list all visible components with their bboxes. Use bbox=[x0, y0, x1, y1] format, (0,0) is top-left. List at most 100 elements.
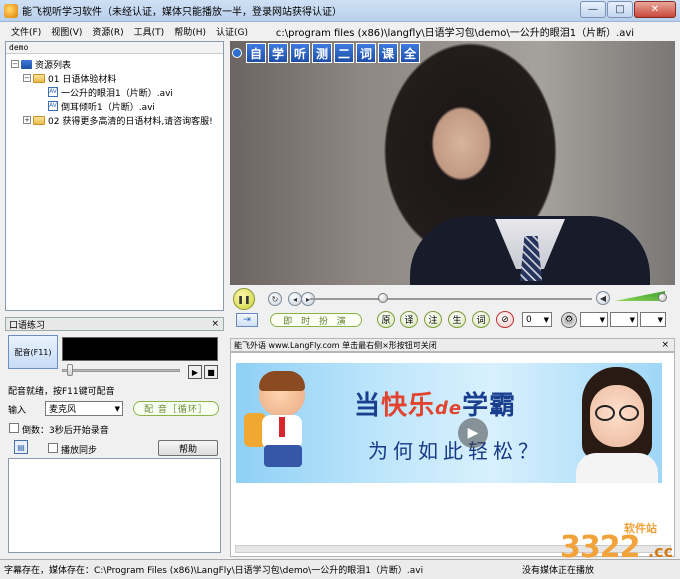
note-button[interactable]: 注 bbox=[424, 311, 442, 328]
tree-item-video-2[interactable]: AV 倒耳倾听1（片断）.avi bbox=[48, 99, 155, 113]
practice-close-icon[interactable]: × bbox=[211, 319, 219, 329]
tree-root-label: 资源列表 bbox=[35, 60, 72, 71]
banner-tile: 二 bbox=[334, 43, 354, 63]
loop-icon[interactable]: ↻ bbox=[268, 292, 282, 306]
banner-tile: 自 bbox=[246, 43, 266, 63]
dub-status: 配音就绪，按F11键可配音 bbox=[8, 387, 115, 397]
boy-tie-shape bbox=[279, 417, 285, 437]
option-select-2[interactable]: ▼ bbox=[610, 312, 638, 327]
progress-knob[interactable] bbox=[378, 293, 389, 303]
waveform-display bbox=[62, 337, 218, 361]
watermark-suffix: .cc bbox=[648, 542, 674, 561]
block-icon[interactable]: ⊘ bbox=[496, 311, 514, 328]
prev-icon[interactable]: ◂ bbox=[288, 292, 302, 306]
menu-view[interactable]: 视图(V) bbox=[46, 25, 87, 38]
tree-item-video-2-label: 倒耳倾听1（片断）.avi bbox=[61, 102, 155, 113]
girl-photo-image bbox=[576, 367, 658, 483]
window-controls: — □ ✕ bbox=[580, 1, 676, 18]
pause-button[interactable]: ❚❚ bbox=[233, 288, 255, 310]
dub-button[interactable]: 配音(F11) bbox=[8, 335, 58, 369]
play-icon[interactable]: ▶ bbox=[188, 365, 202, 379]
info-icon[interactable] bbox=[232, 48, 242, 58]
tree-folder-01[interactable]: − 01 日语体验材料 bbox=[23, 71, 116, 85]
sync-play-checkbox[interactable] bbox=[48, 443, 58, 453]
video-frame[interactable]: 自 学 听 测 二 词 课 全 bbox=[230, 41, 675, 285]
chevron-down-icon: ▼ bbox=[599, 316, 605, 324]
folder-icon bbox=[33, 73, 45, 83]
countdown-checkbox[interactable] bbox=[9, 423, 19, 433]
banner-tile: 测 bbox=[312, 43, 332, 63]
record-slider-track[interactable] bbox=[62, 369, 180, 372]
folder-icon bbox=[33, 115, 45, 125]
tree-folder-02[interactable]: + 02 获得更多高清的日语材料,请咨询客服! bbox=[23, 113, 213, 127]
input-device-value: 麦克风 bbox=[49, 405, 77, 415]
ad-banner[interactable]: 当快乐de学霸 为何如此轻松？ ▶ bbox=[236, 363, 662, 483]
tree-folder-01-label: 01 日语体验材料 bbox=[48, 74, 117, 85]
volume-knob[interactable] bbox=[658, 293, 667, 302]
document-icon[interactable]: ▤ bbox=[14, 440, 28, 454]
tree-header: demo bbox=[6, 42, 223, 54]
menu-tools[interactable]: 工具(T) bbox=[129, 25, 170, 38]
word-button[interactable]: 词 bbox=[472, 311, 490, 328]
menu-bar: 文件(F) 视图(V) 资源(R) 工具(T) 帮助(H) 认证(G) bbox=[0, 22, 248, 40]
speed-select[interactable]: 0 ▼ bbox=[522, 312, 552, 327]
boy-shorts-shape bbox=[264, 445, 302, 467]
fullscreen-icon[interactable]: ⇥ bbox=[236, 313, 258, 327]
watermark-main: 3322 bbox=[560, 530, 640, 565]
help-button[interactable]: 帮助 bbox=[158, 440, 218, 456]
option-select-1[interactable]: ▼ bbox=[580, 312, 608, 327]
translate-button[interactable]: 译 bbox=[400, 311, 418, 328]
title-bar: 能飞视听学习软件（未经认证，媒体只能播放一半，登录网站获得认证） — □ ✕ bbox=[0, 0, 680, 22]
video-file-icon: AV bbox=[48, 87, 58, 97]
practice-title: 口语练习 bbox=[9, 320, 46, 331]
tree-folder-02-label: 02 获得更多高清的日语材料,请咨询客服! bbox=[48, 116, 213, 127]
list-icon bbox=[21, 59, 32, 69]
ad-panel-header: 能飞外语 www.LangFly.com 单击最右侧×形按钮可关闭 × bbox=[230, 338, 675, 352]
ad-title-de: de bbox=[435, 398, 463, 419]
banner-tile: 学 bbox=[268, 43, 288, 63]
chevron-down-icon: ▼ bbox=[543, 316, 549, 324]
menu-help[interactable]: 帮助(H) bbox=[169, 25, 211, 38]
maximize-button[interactable]: □ bbox=[607, 1, 633, 18]
menu-resource[interactable]: 资源(R) bbox=[87, 25, 128, 38]
tree-root[interactable]: − 资源列表 bbox=[11, 57, 71, 71]
gear-icon[interactable]: ⚙ bbox=[561, 312, 577, 328]
tree-item-video-1[interactable]: AV 一公升的眼泪1（片断）.avi bbox=[48, 85, 173, 99]
ad-close-icon[interactable]: × bbox=[661, 340, 669, 350]
mode-label: 即 时 扮 演 bbox=[283, 316, 349, 327]
play-icon[interactable]: ▶ bbox=[458, 418, 488, 448]
tree-item-video-1-label: 一公升的眼泪1（片断）.avi bbox=[61, 88, 173, 99]
collapse-toggle-icon[interactable]: − bbox=[23, 74, 31, 82]
expand-toggle-icon[interactable]: + bbox=[23, 116, 31, 124]
practice-text-area[interactable] bbox=[8, 458, 221, 553]
input-device-select[interactable]: 麦克风 ▼ bbox=[45, 401, 123, 416]
banner-tile: 词 bbox=[356, 43, 376, 63]
progress-track[interactable] bbox=[310, 298, 592, 300]
glasses-lens-shape bbox=[619, 405, 639, 421]
ad-title: 当快乐de学霸 bbox=[354, 385, 516, 422]
ad-subtitle: 为何如此轻松？ bbox=[368, 439, 543, 463]
vocab-button[interactable]: 生 bbox=[448, 311, 466, 328]
player-controls: ❚❚ ↻ ◂ ▸ ◀ ⇥ 即 时 扮 演 原 译 注 生 词 ⊘ 0 ▼ ⚙ ▼… bbox=[230, 286, 678, 336]
record-slider-knob[interactable] bbox=[67, 364, 73, 376]
window-title: 能飞视听学习软件（未经认证，媒体只能播放一半，登录网站获得认证） bbox=[22, 7, 342, 18]
mode-select[interactable]: 即 时 扮 演 bbox=[270, 313, 362, 327]
site-watermark-logo: 软件站 3322 .cc bbox=[560, 520, 680, 568]
cartoon-boy-image bbox=[244, 371, 324, 481]
input-label: 输入 bbox=[8, 406, 27, 416]
countdown-label: 倒数：3秒后开始录音 bbox=[22, 426, 109, 436]
stop-icon[interactable]: ■ bbox=[204, 365, 218, 379]
original-button[interactable]: 原 bbox=[377, 311, 395, 328]
video-file-icon: AV bbox=[48, 101, 58, 111]
close-button[interactable]: ✕ bbox=[634, 1, 676, 18]
dub-loop-button[interactable]: 配 音［循环］ bbox=[133, 401, 219, 416]
collapse-toggle-icon[interactable]: − bbox=[11, 60, 19, 68]
banner-tile: 全 bbox=[400, 43, 420, 63]
volume-icon[interactable]: ◀ bbox=[596, 291, 610, 305]
banner-tile: 课 bbox=[378, 43, 398, 63]
minimize-button[interactable]: — bbox=[580, 1, 606, 18]
option-select-3[interactable]: ▼ bbox=[640, 312, 666, 327]
sync-play-label: 播放同步 bbox=[61, 446, 98, 456]
menu-file[interactable]: 文件(F) bbox=[6, 25, 46, 38]
practice-panel-header: 口语练习 × bbox=[5, 317, 224, 331]
